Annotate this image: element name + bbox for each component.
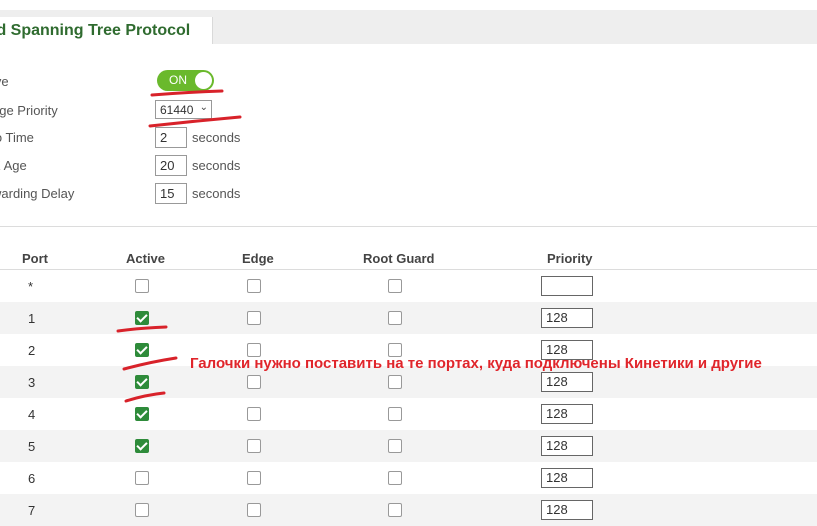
table-row: 1 128 [0,302,817,334]
priority-input[interactable]: 128 [541,436,593,456]
root-guard-checkbox[interactable] [388,471,402,485]
max-age-input[interactable]: 20 [155,155,187,176]
active-checkbox[interactable] [135,279,149,293]
root-guard-checkbox[interactable] [388,407,402,421]
active-checkbox[interactable] [135,407,149,421]
top-bar [0,0,817,10]
edge-checkbox[interactable] [247,375,261,389]
forwarding-delay-input[interactable]: 15 [155,183,187,204]
priority-input[interactable]: 128 [541,308,593,328]
bridge-priority-select[interactable]: 61440 ⌄ [155,100,212,119]
tab-title: id Spanning Tree Protocol [0,22,191,39]
hello-time-label: lo Time [0,130,34,145]
edge-checkbox[interactable] [247,471,261,485]
table-row: 5 128 [0,430,817,462]
port-number: 5 [28,439,36,454]
col-header-active: Active [126,251,166,266]
active-checkbox[interactable] [135,343,149,357]
active-checkbox[interactable] [135,375,149,389]
active-checkbox[interactable] [135,471,149,485]
priority-input[interactable]: 128 [541,468,593,488]
active-checkbox[interactable] [135,503,149,517]
priority-input[interactable]: 128 [541,372,593,392]
root-guard-checkbox[interactable] [388,279,402,293]
underline-toggle [150,89,224,97]
hello-time-input[interactable]: 2 [155,127,187,148]
max-age-label: X Age [0,158,27,173]
table-row: 7 128 [0,494,817,526]
table-row: 4 128 [0,398,817,430]
edge-checkbox[interactable] [247,407,261,421]
bridge-priority-label: dge Priority [0,103,58,118]
chevron-down-icon: ⌄ [199,102,208,113]
toggle-state-text: ON [169,73,187,87]
edge-checkbox[interactable] [247,439,261,453]
active-checkbox[interactable] [135,311,149,325]
priority-input[interactable] [541,276,593,296]
active-checkbox[interactable] [135,439,149,453]
root-guard-checkbox[interactable] [388,503,402,517]
port-number: 6 [28,471,36,486]
toggle-knob [195,72,212,89]
forwarding-delay-unit: seconds [192,186,241,201]
bridge-priority-value: 61440 [160,103,194,117]
port-number: 7 [28,503,36,518]
root-guard-checkbox[interactable] [388,375,402,389]
active-toggle[interactable]: ON [157,70,214,91]
edge-checkbox[interactable] [247,311,261,325]
port-number: * [28,279,34,294]
port-number: 2 [28,343,36,358]
hello-time-unit: seconds [192,130,241,145]
max-age-unit: seconds [192,158,241,173]
edge-checkbox[interactable] [247,503,261,517]
port-number: 3 [28,375,36,390]
col-header-port: Port [22,251,48,266]
root-guard-checkbox[interactable] [388,439,402,453]
priority-input[interactable]: 128 [541,500,593,520]
col-header-root-guard: Root Guard [363,251,435,266]
root-guard-checkbox[interactable] [388,311,402,325]
edge-checkbox[interactable] [247,279,261,293]
active-label: ive [0,74,9,89]
port-number: 1 [28,311,36,326]
table-row: 6 128 [0,462,817,494]
col-header-edge: Edge [242,251,274,266]
annotation-text: Галочки нужно поставить на те портах, ку… [190,355,762,372]
section-divider [0,226,817,227]
priority-input[interactable]: 128 [541,404,593,424]
port-number: 4 [28,407,36,422]
col-header-priority: Priority [547,251,593,266]
forwarding-delay-label: warding Delay [0,186,75,201]
table-row: * [0,270,817,302]
